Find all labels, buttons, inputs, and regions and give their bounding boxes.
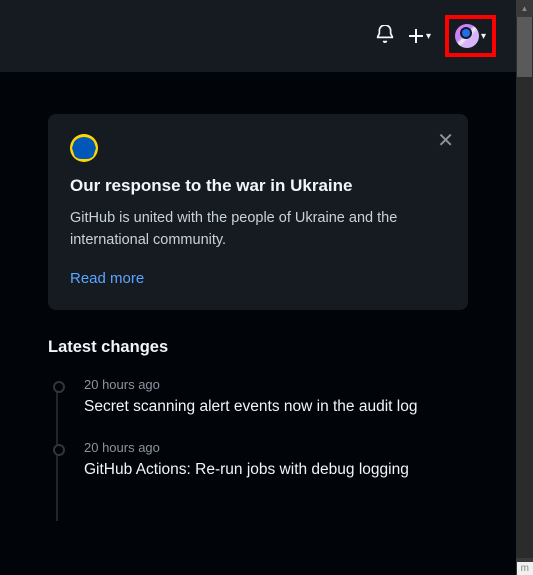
github-ukraine-logo-icon <box>70 134 98 162</box>
notifications-bell-icon[interactable] <box>376 25 394 48</box>
banner-title: Our response to the war in Ukraine <box>70 176 446 196</box>
change-entry[interactable]: 20 hours ago GitHub Actions: Re-run jobs… <box>56 440 468 481</box>
main-content: ✕ Our response to the war in Ukraine Git… <box>0 72 516 481</box>
top-nav: ▾ ▾ <box>0 0 516 72</box>
change-title: GitHub Actions: Re-run jobs with debug l… <box>84 459 468 481</box>
user-menu-highlighted[interactable]: ▾ <box>445 15 496 57</box>
change-entry[interactable]: 20 hours ago Secret scanning alert event… <box>56 377 468 418</box>
plus-icon <box>408 28 424 44</box>
latest-changes-section: Latest changes 20 hours ago Secret scann… <box>48 338 468 482</box>
changes-timeline: 20 hours ago Secret scanning alert event… <box>48 377 468 482</box>
caret-down-icon: ▾ <box>426 31 431 42</box>
change-timestamp: 20 hours ago <box>84 440 468 455</box>
cutoff-overlay-text: m <box>517 562 533 575</box>
read-more-link[interactable]: Read more <box>70 270 144 287</box>
create-new-menu[interactable]: ▾ <box>408 28 431 44</box>
status-indicator-icon <box>460 27 472 39</box>
announcement-banner: ✕ Our response to the war in Ukraine Git… <box>48 114 468 310</box>
scrollbar-thumb[interactable] <box>517 17 532 77</box>
banner-body-text: GitHub is united with the people of Ukra… <box>70 208 446 252</box>
change-title: Secret scanning alert events now in the … <box>84 396 468 418</box>
close-icon[interactable]: ✕ <box>437 128 454 153</box>
caret-down-icon: ▾ <box>481 31 486 42</box>
section-heading: Latest changes <box>48 338 468 357</box>
page-content: ▾ ▾ ✕ Our response to the war in Ukraine… <box>0 0 516 575</box>
change-timestamp: 20 hours ago <box>84 377 468 392</box>
vertical-scrollbar[interactable]: ▲ ▼ <box>516 0 533 575</box>
scroll-up-button[interactable]: ▲ <box>516 0 533 17</box>
